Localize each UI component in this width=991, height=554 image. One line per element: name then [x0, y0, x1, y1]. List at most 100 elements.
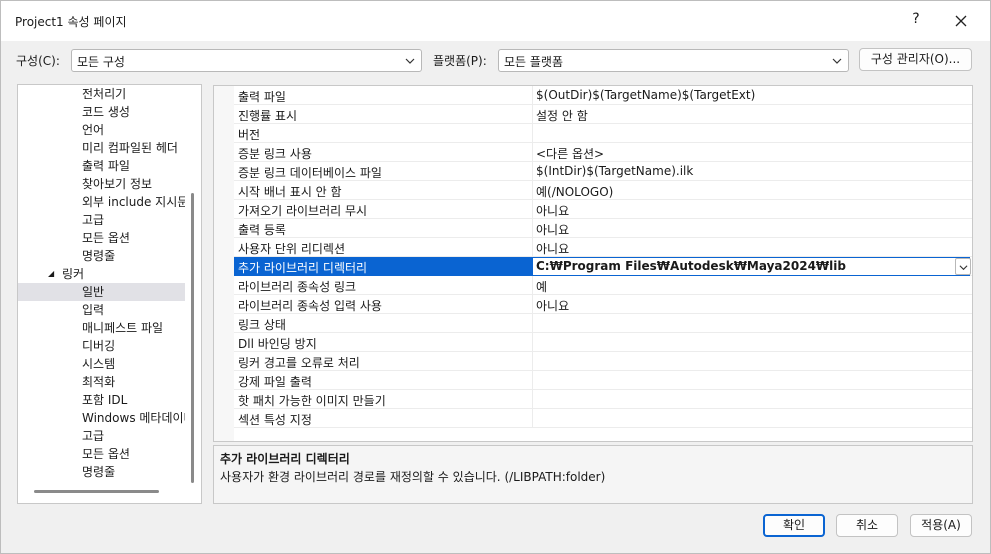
tree-item-label: 고급 [82, 429, 105, 443]
help-button[interactable]: ? [906, 11, 926, 27]
tree-item-label: 일반 [82, 285, 105, 299]
tree-horizontal-scrollbar[interactable] [34, 490, 159, 493]
configuration-manager-button[interactable]: 구성 관리자(O)... [859, 48, 972, 71]
tree-item[interactable]: 일반 [18, 283, 185, 301]
tree-item[interactable]: 출력 파일 [18, 157, 185, 175]
property-name: 버전 [238, 128, 261, 142]
tree-item[interactable]: Windows 메타데이터 [18, 409, 185, 427]
property-row[interactable]: 추가 라이브러리 디렉터리 C:₩Program Files₩Autodesk₩M… [234, 257, 972, 276]
tree-item-label: 찾아보기 정보 [82, 177, 153, 191]
tree-item-label: 링커 [62, 267, 85, 281]
property-value: 예 [536, 280, 548, 294]
property-name: 출력 등록 [238, 223, 286, 237]
tree-item[interactable]: 고급 [18, 211, 185, 229]
property-row[interactable]: 출력 파일 $(OutDir)$(TargetName)$(TargetExt) [234, 86, 972, 105]
property-pages-dialog: Project1 속성 페이지 ? 구성(C): 모든 구성 플랫폼(P): 모… [0, 0, 991, 554]
tree-item[interactable]: 명령줄 [18, 247, 185, 265]
column-divider [532, 105, 533, 124]
column-divider [532, 295, 533, 314]
tree-item[interactable]: 디버깅 [18, 337, 185, 355]
property-name: 사용자 단위 리디렉션 [238, 242, 345, 256]
tree-item[interactable]: 시스템 [18, 355, 185, 373]
chevron-down-icon [832, 58, 842, 64]
property-value: 아니요 [536, 299, 570, 313]
tree-item[interactable]: 포함 IDL [18, 391, 185, 409]
property-row[interactable]: 라이브러리 종속성 입력 사용 아니요 [234, 295, 972, 314]
cancel-button[interactable]: 취소 [836, 514, 898, 537]
tree-item[interactable]: 명령줄 [18, 463, 185, 481]
property-value: $(OutDir)$(TargetName)$(TargetExt) [536, 88, 756, 102]
column-divider [532, 314, 533, 333]
property-value: 예(/NOLOGO) [536, 185, 614, 199]
category-tree[interactable]: 전처리기 코드 생성 언어미리 컴파일된 헤더출력 파일찾아보기 정보외부 incl… [17, 84, 202, 504]
description-title: 추가 라이브러리 디렉터리 [220, 452, 350, 466]
property-value: 아니요 [536, 223, 570, 237]
chevron-down-icon [959, 265, 968, 271]
property-name: 추가 라이브러리 디렉터리 [238, 261, 368, 275]
tree-item-label: 고급 [82, 213, 105, 227]
property-row[interactable]: 버전 [234, 124, 972, 143]
property-row[interactable]: 출력 등록 아니요 [234, 219, 972, 238]
property-row[interactable]: 라이브러리 종속성 링크 예 [234, 276, 972, 295]
title-bar: Project1 속성 페이지 ? [1, 1, 990, 41]
property-row[interactable]: 핫 패치 가능한 이미지 만들기 [234, 390, 972, 409]
value-dropdown-button[interactable] [955, 258, 971, 275]
property-value[interactable]: C:₩Program Files₩Autodesk₩Maya2024₩lib [536, 259, 846, 273]
tree-item-label: 시스템 [82, 357, 116, 371]
property-value: <다른 옵션> [536, 147, 605, 161]
property-row[interactable]: 섹션 특성 지정 [234, 409, 972, 428]
tree-item[interactable]: 전처리기 [18, 85, 185, 103]
configuration-combo[interactable]: 모든 구성 [71, 49, 422, 72]
property-row[interactable]: 증분 링크 데이터베이스 파일 $(IntDir)$(TargetName).il… [234, 162, 972, 181]
property-row[interactable]: 링커 경고를 오류로 처리 [234, 352, 972, 371]
property-row[interactable]: 사용자 단위 리디렉션 아니요 [234, 238, 972, 257]
ok-button[interactable]: 확인 [763, 514, 825, 537]
tree-item-label: 매니페스트 파일 [82, 321, 164, 335]
tree-item[interactable]: 언어 [18, 121, 185, 139]
tree-item[interactable]: ◢ 링커 [18, 265, 185, 283]
tree-item[interactable]: 코드 생성 [18, 103, 185, 121]
column-divider [532, 238, 533, 257]
platform-combo[interactable]: 모든 플랫폼 [498, 49, 849, 72]
property-name: 출력 파일 [238, 90, 286, 104]
property-row[interactable]: 증분 링크 사용 <다른 옵션> [234, 143, 972, 162]
property-row[interactable]: 시작 배너 표시 안 함 예(/NOLOGO) [234, 181, 972, 200]
tree-item[interactable]: 매니페스트 파일 [18, 319, 185, 337]
tree-item-label: 디버깅 [82, 339, 116, 353]
property-row[interactable]: Dll 바인딩 방지 [234, 333, 972, 352]
description-panel: 추가 라이브러리 디렉터리 사용자가 환경 라이브러리 경로를 재정의할 수 있… [213, 445, 973, 504]
column-divider [532, 371, 533, 390]
tree-item[interactable]: 입력 [18, 301, 185, 319]
column-divider [532, 352, 533, 371]
property-grid[interactable]: 출력 파일 $(OutDir)$(TargetName)$(TargetExt) 진… [213, 85, 973, 442]
property-row[interactable]: 진행률 표시 설정 안 함 [234, 105, 972, 124]
property-name: 링커 경고를 오류로 처리 [238, 356, 360, 370]
tree-item[interactable]: 찾아보기 정보 [18, 175, 185, 193]
tree-item[interactable]: 외부 include 지시문 [18, 193, 185, 211]
column-divider [532, 200, 533, 219]
tree-item[interactable]: 모든 옵션 [18, 445, 185, 463]
column-divider [532, 86, 533, 105]
column-divider [532, 124, 533, 143]
column-divider [532, 333, 533, 352]
tree-vertical-scrollbar[interactable] [191, 193, 194, 483]
platform-label: 플랫폼(P): [433, 54, 487, 68]
tree-item-label: 미리 컴파일된 헤더 [82, 141, 178, 155]
tree-item-label: 모든 옵션 [82, 231, 130, 245]
property-row[interactable]: 가져오기 라이브러리 무시 아니요 [234, 200, 972, 219]
tree-item-label: 명령줄 [82, 465, 116, 479]
column-divider [532, 276, 533, 295]
close-button[interactable] [947, 7, 975, 35]
column-divider [532, 390, 533, 409]
property-row[interactable]: 링크 상태 [234, 314, 972, 333]
tree-item-label: 출력 파일 [82, 159, 130, 173]
property-row[interactable]: 강제 파일 출력 [234, 371, 972, 390]
expand-caret-icon[interactable]: ◢ [48, 265, 54, 283]
tree-item[interactable]: 미리 컴파일된 헤더 [18, 139, 185, 157]
tree-item[interactable]: 고급 [18, 427, 185, 445]
property-value: $(IntDir)$(TargetName).ilk [536, 164, 694, 178]
apply-button[interactable]: 적용(A) [910, 514, 972, 537]
tree-item[interactable]: 최적화 [18, 373, 185, 391]
tree-item[interactable]: 모든 옵션 [18, 229, 185, 247]
property-value: 설정 안 함 [536, 109, 588, 123]
